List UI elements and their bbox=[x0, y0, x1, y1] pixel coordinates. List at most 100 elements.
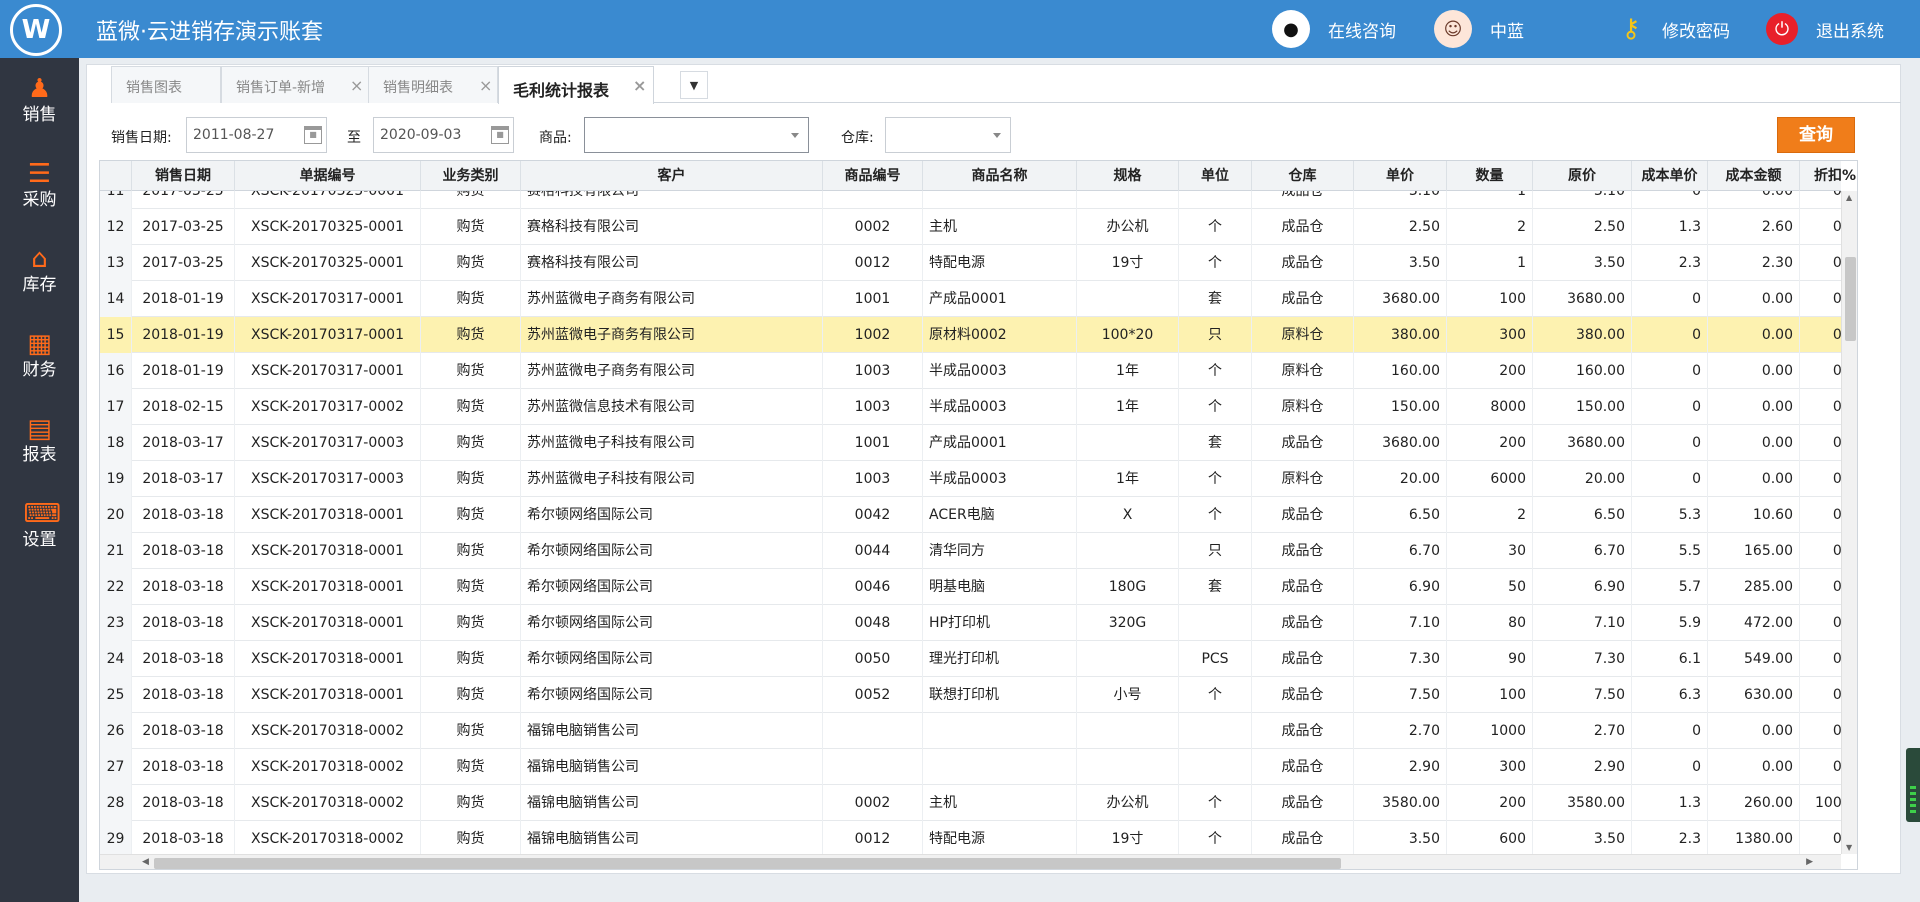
table-row[interactable]: 17 2018-02-15 XSCK-20170317-0002 购货 苏州蓝微信息技术… bbox=[100, 389, 1841, 425]
tab-sales-order-new[interactable]: 销售订单-新增 × bbox=[221, 66, 369, 103]
warehouse-select[interactable] bbox=[885, 117, 1011, 153]
product-select[interactable] bbox=[584, 117, 809, 153]
query-button[interactable]: 查询 bbox=[1777, 117, 1855, 153]
cell-cost-amount: 472.00 bbox=[1708, 605, 1800, 641]
table-row[interactable]: 20 2018-03-18 XSCK-20170318-0001 购货 希尔顿网络国际公… bbox=[100, 497, 1841, 533]
cell-row-number: 27 bbox=[100, 749, 132, 785]
cell-discount-percent: 100.00 bbox=[1800, 785, 1841, 821]
column-header-doc-number[interactable]: 单据编号 bbox=[235, 161, 421, 191]
cell-sale-date: 2018-03-18 bbox=[132, 605, 235, 641]
cell-discount-percent: 0.00 bbox=[1800, 605, 1841, 641]
sidebar-item-reports[interactable]: ▤ 报表 bbox=[0, 408, 79, 478]
table-row[interactable]: 21 2018-03-18 XSCK-20170318-0001 购货 希尔顿网络国际公… bbox=[100, 533, 1841, 569]
table-row[interactable]: 15 2018-01-19 XSCK-20170317-0001 购货 苏州蓝微电子商务… bbox=[100, 317, 1841, 353]
cell-warehouse: 成品仓 bbox=[1252, 569, 1354, 605]
column-header-cost-unit-price[interactable]: 成本单价 bbox=[1632, 161, 1708, 191]
cell-quantity: 90 bbox=[1447, 641, 1533, 677]
column-header-business-type[interactable]: 业务类别 bbox=[421, 161, 521, 191]
table-row[interactable]: 24 2018-03-18 XSCK-20170318-0001 购货 希尔顿网络国际公… bbox=[100, 641, 1841, 677]
date-to-input[interactable]: 2020-09-03 ■ bbox=[373, 117, 514, 153]
table-row[interactable]: 25 2018-03-18 XSCK-20170318-0001 购货 希尔顿网络国际公… bbox=[100, 677, 1841, 713]
cell-product-name: 联想打印机 bbox=[923, 677, 1077, 713]
sidebar-item-sales[interactable]: ♟ 销售 bbox=[0, 68, 79, 138]
cell-original-price: 2.70 bbox=[1533, 713, 1632, 749]
table-row[interactable]: 23 2018-03-18 XSCK-20170318-0001 购货 希尔顿网络国际公… bbox=[100, 605, 1841, 641]
column-header-sale-date[interactable]: 销售日期 bbox=[132, 161, 235, 191]
table-row[interactable]: 11 2017-03-25 XSCK-20170325-0001 购货 赛格科技有限公司… bbox=[100, 191, 1841, 209]
table-row[interactable]: 29 2018-03-18 XSCK-20170318-0002 购货 福锦电脑销售公司… bbox=[100, 821, 1841, 854]
cell-business-type: 购货 bbox=[421, 317, 521, 353]
tab-sales-detail[interactable]: 销售明细表 × bbox=[368, 66, 498, 103]
table-row[interactable]: 19 2018-03-17 XSCK-20170317-0003 购货 苏州蓝微电子科技… bbox=[100, 461, 1841, 497]
cell-product-code: 0046 bbox=[823, 569, 923, 605]
cell-cost-unit-price: 0 bbox=[1632, 749, 1708, 785]
cell-original-price: 20.00 bbox=[1533, 461, 1632, 497]
calendar-icon[interactable]: ■ bbox=[304, 126, 322, 144]
scroll-up-icon[interactable]: ▲ bbox=[1846, 193, 1852, 202]
logout-button[interactable]: ⏻ 退出系统 bbox=[1766, 10, 1884, 48]
purchase-list-icon: ☰ bbox=[27, 159, 52, 189]
tab-gross-profit-report[interactable]: 毛利统计报表 × bbox=[498, 66, 654, 104]
sidebar-item-finance[interactable]: ▦ 财务 bbox=[0, 323, 79, 393]
close-icon[interactable]: × bbox=[350, 76, 363, 95]
column-header-original-price[interactable]: 原价 bbox=[1533, 161, 1632, 191]
table-row[interactable]: 13 2017-03-25 XSCK-20170325-0001 购货 赛格科技有限公司… bbox=[100, 245, 1841, 281]
cell-unit-price: 150.00 bbox=[1354, 389, 1447, 425]
cell-original-price: 6.90 bbox=[1533, 569, 1632, 605]
table-row[interactable]: 27 2018-03-18 XSCK-20170318-0002 购货 福锦电脑销售公司… bbox=[100, 749, 1841, 785]
table-row[interactable]: 18 2018-03-17 XSCK-20170317-0003 购货 苏州蓝微电子科技… bbox=[100, 425, 1841, 461]
column-header-cost-amount[interactable]: 成本金额 bbox=[1708, 161, 1800, 191]
close-icon[interactable]: × bbox=[633, 76, 646, 95]
cell-discount-percent: 0.00 bbox=[1800, 191, 1841, 209]
cell-row-number: 28 bbox=[100, 785, 132, 821]
cell-doc-number: XSCK-20170318-0001 bbox=[235, 641, 421, 677]
column-header-spec[interactable]: 规格 bbox=[1077, 161, 1179, 191]
cell-doc-number: XSCK-20170318-0001 bbox=[235, 677, 421, 713]
vertical-scrollbar[interactable]: ▲ ▼ bbox=[1841, 191, 1857, 854]
sidebar-item-purchase[interactable]: ☰ 采购 bbox=[0, 153, 79, 223]
cell-business-type: 购货 bbox=[421, 389, 521, 425]
table-row[interactable]: 28 2018-03-18 XSCK-20170318-0002 购货 福锦电脑销售公司… bbox=[100, 785, 1841, 821]
cell-row-number: 13 bbox=[100, 245, 132, 281]
horizontal-scroll-thumb[interactable] bbox=[154, 858, 1341, 869]
cell-warehouse: 成品仓 bbox=[1252, 209, 1354, 245]
user-profile-button[interactable]: ☺ 中蓝 bbox=[1434, 10, 1524, 48]
column-header-product-code[interactable]: 商品编号 bbox=[823, 161, 923, 191]
column-header-customer[interactable]: 客户 bbox=[521, 161, 823, 191]
cell-unit: 个 bbox=[1179, 497, 1252, 533]
change-password-button[interactable]: ⚷ 修改密码 bbox=[1612, 10, 1730, 48]
cell-sale-date: 2018-03-18 bbox=[132, 785, 235, 821]
vertical-scroll-thumb[interactable] bbox=[1845, 257, 1856, 341]
main-panel: 销售图表 销售订单-新增 × 销售明细表 × 毛利统计报表 × ▼ 销售日期: … bbox=[86, 64, 1901, 874]
table-row[interactable]: 26 2018-03-18 XSCK-20170318-0002 购货 福锦电脑销售公司… bbox=[100, 713, 1841, 749]
cell-product-name: 产成品0001 bbox=[923, 425, 1077, 461]
tab-label: 销售明细表 bbox=[383, 80, 453, 96]
table-row[interactable]: 12 2017-03-25 XSCK-20170325-0001 购货 赛格科技有限公司… bbox=[100, 209, 1841, 245]
calendar-icon[interactable]: ■ bbox=[491, 126, 509, 144]
table-row[interactable]: 22 2018-03-18 XSCK-20170318-0001 购货 希尔顿网络国际公… bbox=[100, 569, 1841, 605]
column-header-quantity[interactable]: 数量 bbox=[1447, 161, 1533, 191]
finance-grid-icon: ▦ bbox=[27, 329, 52, 359]
column-header-product-name[interactable]: 商品名称 bbox=[923, 161, 1077, 191]
scroll-right-icon[interactable]: ▶ bbox=[1806, 857, 1813, 867]
scroll-down-icon[interactable]: ▼ bbox=[1846, 843, 1852, 852]
table-row[interactable]: 14 2018-01-19 XSCK-20170317-0001 购货 苏州蓝微电子商务… bbox=[100, 281, 1841, 317]
table-row[interactable]: 16 2018-01-19 XSCK-20170317-0001 购货 苏州蓝微电子商务… bbox=[100, 353, 1841, 389]
column-header-warehouse[interactable]: 仓库 bbox=[1252, 161, 1354, 191]
column-header-unit[interactable]: 单位 bbox=[1179, 161, 1252, 191]
sidebar-item-settings[interactable]: ⌨ 设置 bbox=[0, 493, 79, 563]
online-consult-button[interactable]: ● 在线咨询 bbox=[1272, 10, 1396, 48]
cell-unit-price: 3680.00 bbox=[1354, 425, 1447, 461]
scroll-left-icon[interactable]: ◀ bbox=[142, 857, 149, 867]
tab-sales-chart[interactable]: 销售图表 bbox=[111, 66, 221, 103]
tab-more-dropdown[interactable]: ▼ bbox=[680, 71, 708, 99]
column-header-discount-percent[interactable]: 折扣% bbox=[1800, 161, 1857, 191]
date-from-input[interactable]: 2011-08-27 ■ bbox=[186, 117, 327, 153]
cell-customer: 苏州蓝微电子科技有限公司 bbox=[521, 461, 823, 497]
cell-original-price: 150.00 bbox=[1533, 389, 1632, 425]
cell-customer: 希尔顿网络国际公司 bbox=[521, 497, 823, 533]
close-icon[interactable]: × bbox=[479, 76, 492, 95]
column-header-unit-price[interactable]: 单价 bbox=[1354, 161, 1447, 191]
sidebar-item-inventory[interactable]: ⌂ 库存 bbox=[0, 238, 79, 308]
horizontal-scrollbar[interactable]: ◀ ▶ bbox=[100, 854, 1841, 869]
